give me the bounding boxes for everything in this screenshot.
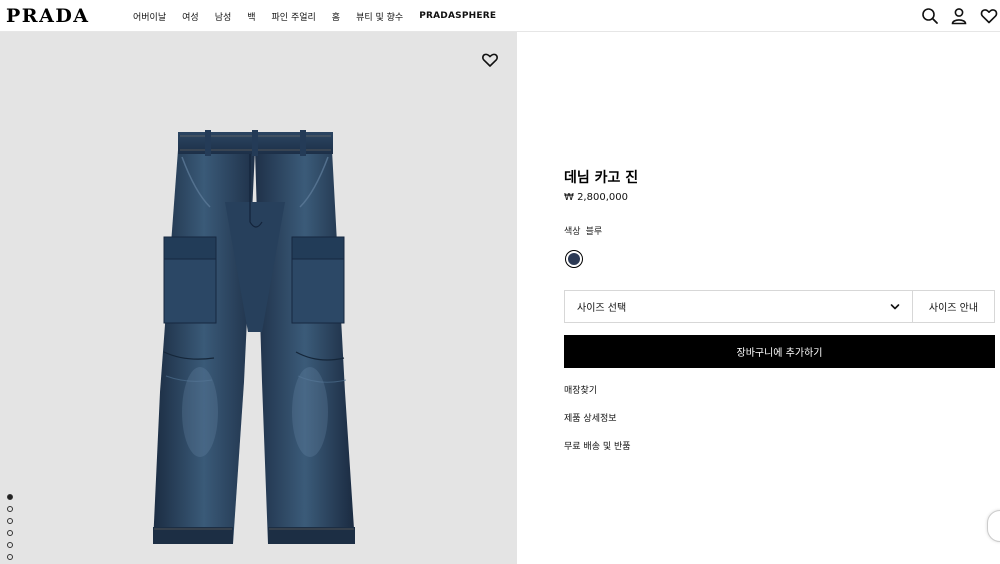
nav-item-men[interactable]: 남성 [215,10,232,23]
store-locator-link[interactable]: 매장찾기 [564,383,597,396]
gallery-dot-2[interactable] [7,506,13,512]
gallery-dot-6[interactable] [7,554,13,560]
nav-item-home[interactable]: 홈 [332,10,340,23]
color-label: 색상 [564,227,581,237]
gallery-pagination [7,494,13,564]
color-value: 블루 [585,227,603,237]
product-title: 데님 카고 진 [564,170,639,186]
chat-widget-button[interactable] [987,510,1000,542]
gallery-dot-5[interactable] [7,542,13,548]
nav-item-women[interactable]: 여성 [182,10,199,23]
gallery-dot-4[interactable] [7,530,13,536]
nav-item-beauty-fragrance[interactable]: 뷰티 및 향수 [356,10,403,23]
account-icon[interactable] [950,7,968,25]
gallery-dot-1[interactable] [7,494,13,500]
nav-item-bags[interactable]: 백 [247,10,255,23]
main-nav: 어버이날 여성 남성 백 파인 주얼리 홈 뷰티 및 향수 PRADASPHER… [133,0,512,32]
gallery-dot-3[interactable] [7,518,13,524]
shipping-returns-link[interactable]: 무료 배송 및 반품 [564,439,631,452]
size-guide-button[interactable]: 사이즈 안내 [913,291,994,322]
product-price: ₩ 2,800,000 [564,192,628,203]
size-selector: 사이즈 선택 사이즈 안내 [564,290,995,323]
color-swatch-blue[interactable] [565,250,583,268]
add-to-cart-button[interactable]: 장바구니에 추가하기 [564,335,995,368]
wishlist-heart-icon[interactable] [481,51,499,69]
site-header: PRADA 어버이날 여성 남성 백 파인 주얼리 홈 뷰티 및 향수 PRAD… [0,0,1000,32]
nav-item-mothers-day[interactable]: 어버이날 [133,10,166,23]
color-row: 색상 블루 [564,224,602,237]
search-icon[interactable] [921,7,939,25]
product-image [153,130,355,544]
wishlist-icon[interactable] [980,7,998,25]
size-select-label: 사이즈 선택 [577,303,627,314]
product-details-panel: 데님 카고 진 ₩ 2,800,000 색상 블루 사이즈 선택 사이즈 안내 장… [517,32,1000,564]
size-select-dropdown[interactable]: 사이즈 선택 [565,291,913,322]
prada-logo[interactable]: PRADA [6,5,90,27]
swatch-fill [568,253,580,265]
nav-item-fine-jewelry[interactable]: 파인 주얼리 [272,10,316,23]
chevron-down-icon [890,303,900,309]
product-details-link[interactable]: 제품 상세정보 [564,411,617,424]
product-image-gallery[interactable] [0,32,517,564]
nav-item-pradasphere[interactable]: PRADASPHERE [419,11,496,21]
